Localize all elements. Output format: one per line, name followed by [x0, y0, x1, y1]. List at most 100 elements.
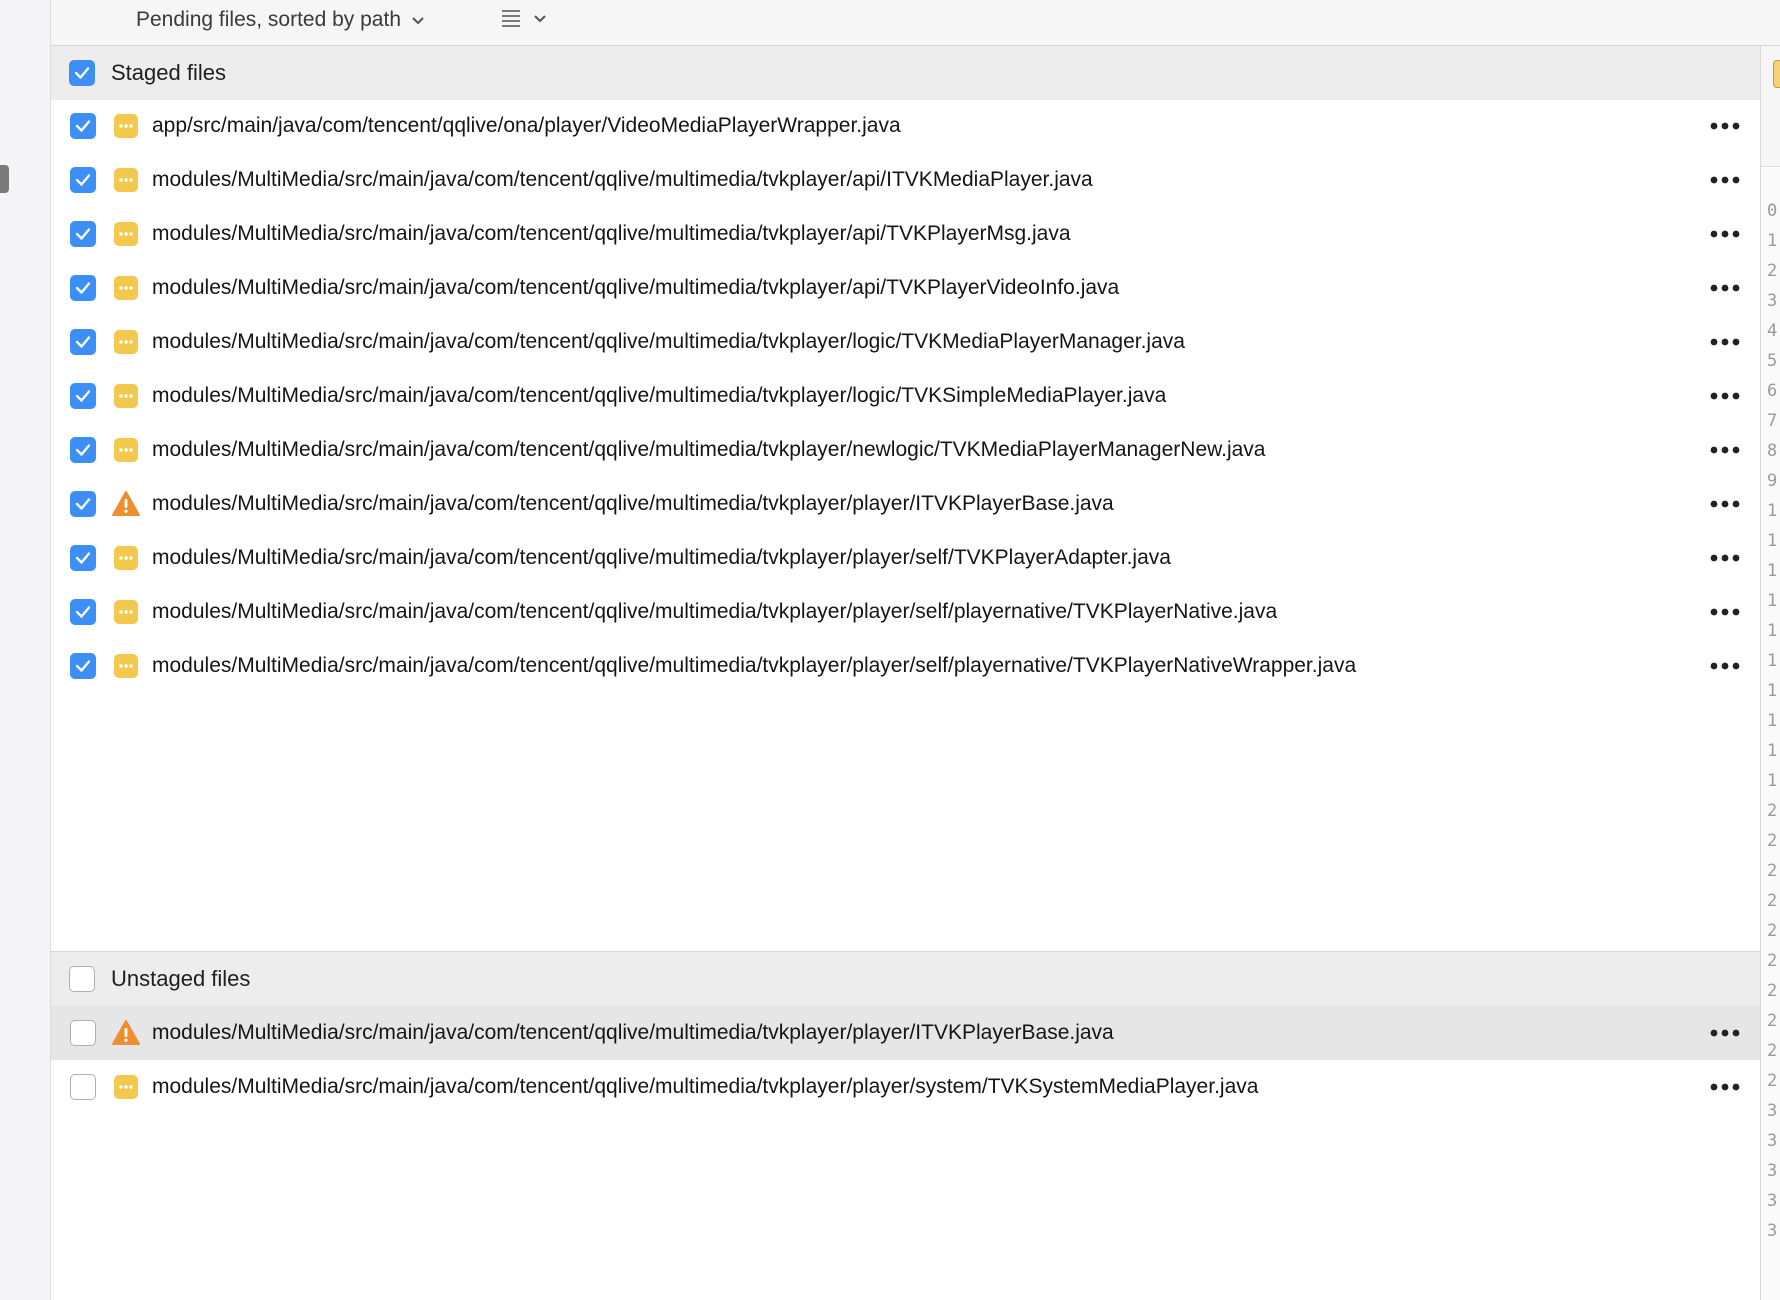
- file-row[interactable]: modules/MultiMedia/src/main/java/com/ten…: [51, 423, 1760, 477]
- modified-status-icon: [112, 436, 140, 464]
- line-number: 2: [1767, 921, 1778, 941]
- line-number: 3: [1767, 1101, 1778, 1121]
- modified-status-icon: [112, 652, 140, 680]
- line-number: 2: [1767, 1041, 1778, 1061]
- more-actions-icon[interactable]: [1708, 490, 1742, 518]
- file-checkbox[interactable]: [70, 113, 96, 139]
- file-path: modules/MultiMedia/src/main/java/com/ten…: [152, 1021, 1114, 1044]
- sidebar-resize-handle[interactable]: [0, 165, 9, 193]
- line-number: 1: [1767, 771, 1778, 791]
- editor-gutter: 0 1 2 3 4 5 6 7 8 9 1 1 1 1 1 1 1 1 1 1 2 2 2 2 2 2 2 2 2 2 3 3 3 3 3: [1761, 46, 1780, 1300]
- staged-select-all-checkbox[interactable]: [69, 60, 95, 86]
- line-number: 2: [1767, 831, 1778, 851]
- more-actions-icon[interactable]: [1708, 382, 1742, 410]
- line-number: 1: [1767, 711, 1778, 731]
- file-checkbox[interactable]: [70, 1020, 96, 1046]
- line-number: 1: [1767, 531, 1778, 551]
- modified-status-icon: [112, 544, 140, 572]
- more-actions-icon[interactable]: [1708, 544, 1742, 572]
- line-number: 9: [1767, 471, 1778, 491]
- line-number: 3: [1767, 291, 1778, 311]
- more-actions-icon[interactable]: [1708, 328, 1742, 356]
- line-number: 3: [1767, 1221, 1778, 1241]
- file-path: modules/MultiMedia/src/main/java/com/ten…: [152, 600, 1278, 623]
- left-sidebar-strip: [0, 0, 51, 1300]
- more-actions-icon[interactable]: [1708, 274, 1742, 302]
- warning-icon: [112, 1019, 140, 1047]
- modified-status-icon: [112, 166, 140, 194]
- unstaged-files-label: Unstaged files: [111, 966, 251, 991]
- file-checkbox[interactable]: [70, 167, 96, 193]
- line-number: 2: [1767, 891, 1778, 911]
- file-row[interactable]: modules/MultiMedia/src/main/java/com/ten…: [51, 153, 1760, 207]
- more-actions-icon[interactable]: [1708, 652, 1742, 680]
- pending-files-panel: Staged files app/src/main/java/com/tence…: [51, 46, 1761, 1300]
- sort-menu-button[interactable]: Pending files, sorted by path: [136, 0, 425, 40]
- file-row[interactable]: modules/MultiMedia/src/main/java/com/ten…: [51, 1060, 1760, 1114]
- file-checkbox[interactable]: [70, 599, 96, 625]
- line-number: 1: [1767, 741, 1778, 761]
- line-number: 6: [1767, 381, 1778, 401]
- file-path: modules/MultiMedia/src/main/java/com/ten…: [152, 276, 1120, 299]
- file-checkbox[interactable]: [70, 653, 96, 679]
- file-checkbox[interactable]: [70, 221, 96, 247]
- file-path: modules/MultiMedia/src/main/java/com/ten…: [152, 168, 1093, 191]
- unstaged-file-list: modules/MultiMedia/src/main/java/com/ten…: [51, 1006, 1760, 1114]
- more-actions-icon[interactable]: [1708, 166, 1742, 194]
- line-number: 1: [1767, 591, 1778, 611]
- editor-tab-icon[interactable]: [1773, 60, 1780, 88]
- line-number: 2: [1767, 261, 1778, 281]
- file-checkbox[interactable]: [70, 1074, 96, 1100]
- sort-menu-label: Pending files, sorted by path: [136, 8, 402, 31]
- file-path: modules/MultiMedia/src/main/java/com/ten…: [152, 546, 1171, 569]
- file-checkbox[interactable]: [70, 275, 96, 301]
- file-row[interactable]: modules/MultiMedia/src/main/java/com/ten…: [51, 585, 1760, 639]
- file-row[interactable]: modules/MultiMedia/src/main/java/com/ten…: [51, 261, 1760, 315]
- modified-status-icon: [112, 112, 140, 140]
- file-checkbox[interactable]: [70, 491, 96, 517]
- staged-files-header: Staged files: [51, 46, 1760, 100]
- line-number: 3: [1767, 1161, 1778, 1181]
- file-path: modules/MultiMedia/src/main/java/com/ten…: [152, 222, 1071, 245]
- view-mode-menu-button[interactable]: [501, 0, 547, 40]
- file-path: modules/MultiMedia/src/main/java/com/ten…: [152, 330, 1185, 353]
- file-path: modules/MultiMedia/src/main/java/com/ten…: [152, 1075, 1259, 1098]
- line-number: 2: [1767, 1011, 1778, 1031]
- file-row[interactable]: modules/MultiMedia/src/main/java/com/ten…: [51, 531, 1760, 585]
- more-actions-icon[interactable]: [1708, 112, 1742, 140]
- line-number: 1: [1767, 231, 1778, 251]
- file-checkbox[interactable]: [70, 437, 96, 463]
- file-checkbox[interactable]: [70, 329, 96, 355]
- line-number: 1: [1767, 651, 1778, 671]
- more-actions-icon[interactable]: [1708, 436, 1742, 464]
- unstaged-files-header: Unstaged files: [51, 952, 1760, 1006]
- staged-files-label: Staged files: [111, 60, 226, 85]
- line-number: 1: [1767, 501, 1778, 521]
- more-actions-icon[interactable]: [1708, 1073, 1742, 1101]
- file-row[interactable]: modules/MultiMedia/src/main/java/com/ten…: [51, 369, 1760, 423]
- more-actions-icon[interactable]: [1708, 1019, 1742, 1047]
- file-checkbox[interactable]: [70, 383, 96, 409]
- file-row[interactable]: modules/MultiMedia/src/main/java/com/ten…: [51, 315, 1760, 369]
- line-number: 4: [1767, 321, 1778, 341]
- file-row[interactable]: app/src/main/java/com/tencent/qqlive/ona…: [51, 99, 1760, 153]
- file-row[interactable]: modules/MultiMedia/src/main/java/com/ten…: [51, 477, 1760, 531]
- editor-header-strip: [1761, 46, 1780, 167]
- modified-status-icon: [112, 328, 140, 356]
- file-path: app/src/main/java/com/tencent/qqlive/ona…: [152, 114, 901, 137]
- file-row[interactable]: modules/MultiMedia/src/main/java/com/ten…: [51, 639, 1760, 693]
- file-path: modules/MultiMedia/src/main/java/com/ten…: [152, 492, 1114, 515]
- file-checkbox[interactable]: [70, 545, 96, 571]
- more-actions-icon[interactable]: [1708, 598, 1742, 626]
- more-actions-icon[interactable]: [1708, 220, 1742, 248]
- line-number: 1: [1767, 561, 1778, 581]
- line-number: 2: [1767, 801, 1778, 821]
- unstaged-select-all-checkbox[interactable]: [69, 966, 95, 992]
- file-row[interactable]: modules/MultiMedia/src/main/java/com/ten…: [51, 1006, 1760, 1060]
- toolbar: Pending files, sorted by path: [51, 0, 1780, 46]
- file-row[interactable]: modules/MultiMedia/src/main/java/com/ten…: [51, 207, 1760, 261]
- line-number: 3: [1767, 1131, 1778, 1151]
- line-number: 1: [1767, 681, 1778, 701]
- list-icon: [501, 9, 521, 32]
- line-number: 2: [1767, 1071, 1778, 1091]
